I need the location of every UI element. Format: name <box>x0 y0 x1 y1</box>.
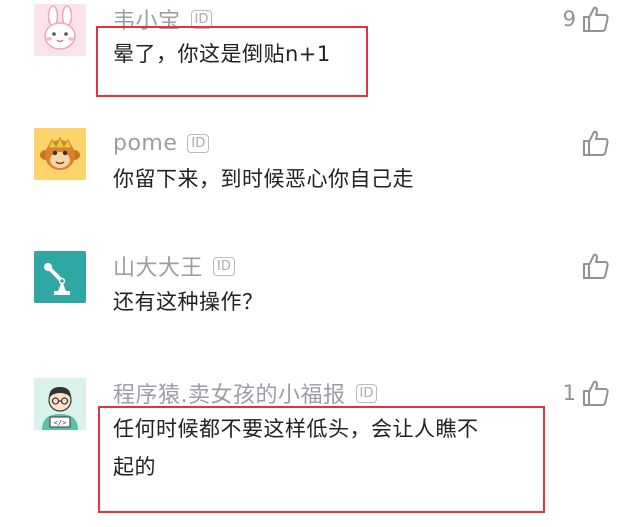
svg-text:</>: </> <box>54 419 67 427</box>
name-row: 程序猿.卖女孩的小福报 ID <box>113 377 378 409</box>
thumbs-up-icon <box>583 6 609 32</box>
comment-item: 山大大王 ID 还有这种操作？ <box>0 245 641 355</box>
like-button[interactable]: 9 <box>563 4 611 34</box>
comment-text-line: 你留下来，到时候恶心你自己走 <box>113 167 414 191</box>
id-badge: ID <box>187 133 210 153</box>
avatar[interactable] <box>34 4 86 56</box>
like-button[interactable] <box>576 128 611 158</box>
like-count: 9 <box>562 7 576 31</box>
username[interactable]: pome <box>113 131 177 156</box>
highlight-box <box>98 406 545 513</box>
comment-text-line: 还有这种操作？ <box>113 290 264 314</box>
like-count: 1 <box>562 381 576 405</box>
avatar[interactable]: </> <box>34 378 86 430</box>
thumbs-up-icon <box>583 253 609 279</box>
bunny-icon <box>34 4 86 56</box>
comment-item: pome ID 你留下来，到时候恶心你自己走 <box>0 120 641 230</box>
thumbs-up-icon <box>583 380 609 406</box>
programmer-icon: </> <box>34 378 86 430</box>
like-button[interactable] <box>576 251 611 281</box>
username[interactable]: 山大大王 <box>113 250 203 282</box>
id-badge: ID <box>213 256 235 276</box>
avatar[interactable] <box>34 128 86 180</box>
comment-text: 你留下来，到时候恶心你自己走 <box>113 160 414 198</box>
username[interactable]: 程序猿.卖女孩的小福报 <box>113 377 346 409</box>
name-row: pome ID <box>113 128 210 158</box>
name-row: 山大大王 ID <box>113 251 235 281</box>
robot-arm-icon <box>34 251 86 303</box>
comment-text: 还有这种操作？ <box>113 283 264 321</box>
monkey-icon <box>34 128 86 180</box>
thumbs-up-icon <box>583 130 609 156</box>
id-badge: ID <box>355 383 378 403</box>
highlight-box <box>96 26 368 97</box>
like-button[interactable]: 1 <box>563 378 611 408</box>
avatar[interactable] <box>34 251 86 303</box>
